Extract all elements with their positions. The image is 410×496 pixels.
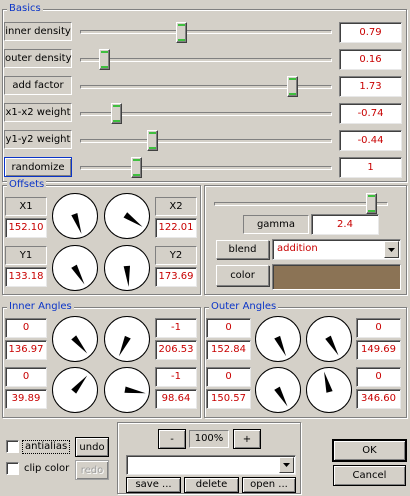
x1-x2-weight-thumb[interactable] xyxy=(111,103,123,124)
randomize-value[interactable]: 1 xyxy=(339,157,402,178)
outer-density-value[interactable]: 0.16 xyxy=(339,49,402,70)
inner-angle-1-bottom[interactable]: 136.97 xyxy=(5,340,47,360)
add-factor-label: add factor xyxy=(4,76,72,95)
y1-y2-weight-thumb[interactable] xyxy=(147,130,159,151)
undo-button[interactable]: undo xyxy=(75,437,109,457)
inner-angle-1-dial[interactable] xyxy=(51,315,99,363)
delete-button[interactable]: delete xyxy=(184,477,239,493)
preset-select[interactable] xyxy=(126,455,296,475)
chevron-down-icon xyxy=(388,248,395,252)
basics-title: Basics xyxy=(7,3,43,15)
outer-density-track[interactable] xyxy=(80,58,332,62)
add-factor-value[interactable]: 1.73 xyxy=(339,76,402,97)
outer-angle-1-dial[interactable] xyxy=(254,315,302,363)
offset-y1-dial[interactable] xyxy=(51,244,99,292)
inner-angle-2-dial[interactable] xyxy=(103,315,151,363)
outer-density-thumb[interactable] xyxy=(99,49,111,70)
x1-value[interactable]: 152.10 xyxy=(5,218,47,238)
inner-angle-3-top[interactable]: 0 xyxy=(5,367,47,387)
outer-angle-4-bottom[interactable]: 346.60 xyxy=(356,389,401,409)
inner-angle-2-bottom[interactable]: 206.53 xyxy=(155,340,197,360)
outer-angles-title: Outer Angles xyxy=(209,301,279,313)
outer-angle-1-bottom[interactable]: 152.84 xyxy=(206,340,251,360)
color-swatch[interactable] xyxy=(272,264,401,290)
inner-angle-2-top[interactable]: -1 xyxy=(155,318,197,338)
outer-density-label: outer density xyxy=(4,49,72,68)
redo-button[interactable]: redo xyxy=(75,460,109,480)
gamma-track[interactable] xyxy=(214,202,388,206)
inner-density-value[interactable]: 0.79 xyxy=(339,22,402,43)
ok-button[interactable]: OK xyxy=(333,440,406,461)
inner-density-track[interactable] xyxy=(80,30,332,34)
x1-label: X1 xyxy=(5,197,47,216)
offset-y2-dial[interactable] xyxy=(103,244,151,292)
antialias-checkbox[interactable] xyxy=(6,440,19,453)
y2-value[interactable]: 173.69 xyxy=(155,267,197,287)
x1-x2-weight-value[interactable]: -0.74 xyxy=(339,103,402,124)
inner-angle-4-bottom[interactable]: 98.64 xyxy=(155,389,197,409)
color-label: color xyxy=(216,265,269,286)
y2-label: Y2 xyxy=(155,246,197,265)
outer-angle-3-bottom[interactable]: 150.57 xyxy=(206,389,251,409)
x2-label: X2 xyxy=(155,197,197,216)
outer-angle-2-dial[interactable] xyxy=(305,315,353,363)
zoom-out-button[interactable]: - xyxy=(158,429,186,449)
clip-color-label: clip color xyxy=(24,463,70,474)
blend-selected-value: addition xyxy=(277,243,318,254)
cancel-button[interactable]: Cancel xyxy=(333,465,406,486)
x1-x2-weight-label: x1-x2 weight xyxy=(4,103,72,122)
outer-angle-2-top[interactable]: 0 xyxy=(356,318,401,338)
antialias-label: antialias xyxy=(22,440,71,454)
inner-angles-title: Inner Angles xyxy=(7,301,74,313)
add-factor-thumb[interactable] xyxy=(287,76,299,97)
outer-angle-4-dial[interactable] xyxy=(305,366,353,414)
outer-angle-3-dial[interactable] xyxy=(254,366,302,414)
randomize-track[interactable] xyxy=(80,166,332,170)
offsets-title: Offsets xyxy=(7,179,47,191)
inner-density-thumb[interactable] xyxy=(176,22,188,43)
y1-y2-weight-track[interactable] xyxy=(80,139,332,143)
blend-dropdown-button[interactable] xyxy=(384,241,399,258)
inner-angle-4-top[interactable]: -1 xyxy=(155,367,197,387)
y1-y2-weight-value[interactable]: -0.44 xyxy=(339,130,402,151)
outer-angle-2-bottom[interactable]: 149.69 xyxy=(356,340,401,360)
save-button[interactable]: save ... xyxy=(126,477,181,493)
inner-density-label: inner density xyxy=(4,22,72,41)
inner-angle-4-dial[interactable] xyxy=(103,366,151,414)
offset-x1-dial[interactable] xyxy=(51,192,99,240)
randomize-thumb[interactable] xyxy=(130,157,142,178)
randomize-button[interactable]: randomize xyxy=(4,157,72,177)
inner-angle-1-top[interactable]: 0 xyxy=(5,318,47,338)
y1-value[interactable]: 133.18 xyxy=(5,267,47,287)
clip-color-checkbox[interactable] xyxy=(6,462,19,475)
x2-value[interactable]: 122.01 xyxy=(155,218,197,238)
inner-angle-3-dial[interactable] xyxy=(51,366,99,414)
preset-dropdown-button[interactable] xyxy=(279,457,294,473)
blend-select[interactable]: addition xyxy=(272,239,401,260)
inner-angle-3-bottom[interactable]: 39.89 xyxy=(5,389,47,409)
chevron-down-icon xyxy=(283,463,290,467)
gamma-value[interactable]: 2.4 xyxy=(311,214,379,235)
blend-label: blend xyxy=(216,240,269,259)
offset-x2-dial[interactable] xyxy=(103,192,151,240)
outer-angle-3-top[interactable]: 0 xyxy=(206,367,251,387)
zoom-in-button[interactable]: + xyxy=(233,429,261,449)
outer-angle-4-top[interactable]: 0 xyxy=(356,367,401,387)
y1-y2-weight-label: y1-y2 weight xyxy=(4,130,72,149)
outer-angle-1-top[interactable]: 0 xyxy=(206,318,251,338)
zoom-value: 100% xyxy=(189,430,229,448)
gamma-thumb[interactable] xyxy=(365,193,377,214)
gamma-label: gamma xyxy=(243,215,309,234)
open-button[interactable]: open ... xyxy=(242,477,296,493)
y1-label: Y1 xyxy=(5,246,47,265)
